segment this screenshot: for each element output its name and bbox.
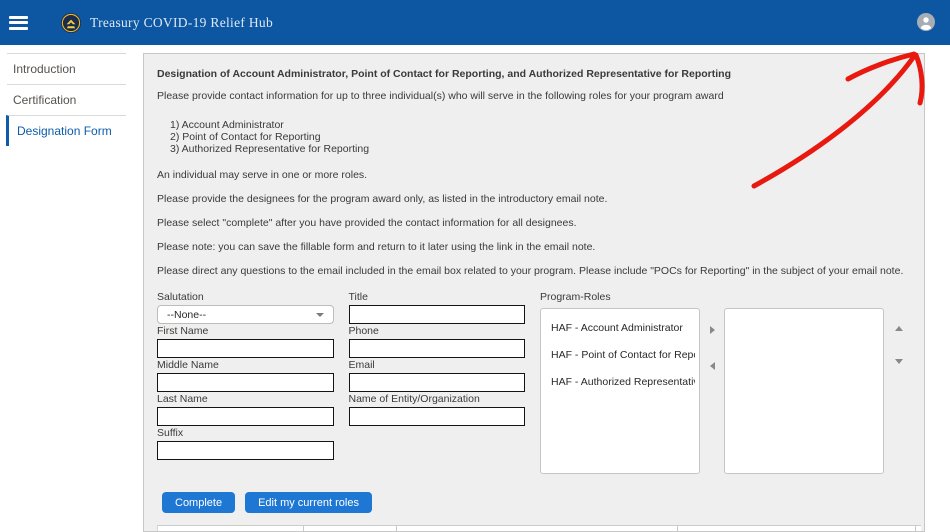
treasury-seal-icon — [61, 13, 81, 33]
note-paragraph: Please direct any questions to the email… — [157, 264, 910, 278]
title-label: Title — [349, 290, 526, 302]
sidebar-item-designation-form[interactable]: Designation Form — [6, 115, 126, 146]
move-up-icon[interactable] — [895, 326, 903, 331]
app-header: Treasury COVID-19 Relief Hub — [0, 0, 950, 45]
contact-fields-column: Title Phone Email Name of Entity/Organiz… — [349, 290, 526, 474]
note-paragraph: Please note: you can save the fillable f… — [157, 240, 910, 254]
role-option[interactable]: HAF - Point of Contact for Reporting — [551, 348, 695, 362]
note-paragraph: Please select "complete" after you have … — [157, 216, 910, 230]
sidebar-nav: Introduction Certification Designation F… — [0, 45, 128, 146]
suffix-input[interactable] — [157, 441, 334, 460]
move-down-icon[interactable] — [895, 359, 903, 364]
salutation-label: Salutation — [157, 290, 334, 302]
title-input[interactable] — [349, 305, 526, 324]
edit-current-roles-button[interactable]: Edit my current roles — [245, 492, 372, 513]
note-paragraph: An individual may serve in one or more r… — [157, 168, 910, 182]
salutation-select[interactable]: --None-- — [157, 305, 334, 324]
email-input[interactable] — [349, 373, 526, 392]
role-option[interactable]: HAF - Authorized Representative fo... — [551, 375, 695, 389]
first-name-label: First Name — [157, 324, 334, 336]
form-actions: Complete Edit my current roles — [162, 492, 910, 513]
sidebar-item-certification[interactable]: Certification — [7, 84, 126, 115]
designation-form-card: Designation of Account Administrator, Po… — [143, 53, 925, 532]
form-intro: Please provide contact information for u… — [157, 89, 910, 103]
form-title: Designation of Account Administrator, Po… — [157, 67, 910, 81]
last-name-input[interactable] — [157, 407, 334, 426]
complete-button[interactable]: Complete — [162, 492, 235, 513]
move-left-icon[interactable] — [710, 362, 715, 370]
entity-input[interactable] — [349, 407, 526, 426]
roles-list-item: 2) Point of Contact for Reporting — [170, 131, 910, 143]
middle-name-label: Middle Name — [157, 358, 334, 370]
last-name-label: Last Name — [157, 392, 334, 404]
reorder-arrows — [888, 308, 910, 474]
email-label: Email — [349, 358, 526, 370]
user-avatar-icon[interactable] — [917, 13, 935, 31]
first-name-input[interactable] — [157, 339, 334, 358]
chevron-down-icon — [316, 313, 324, 317]
suffix-label: Suffix — [157, 426, 334, 438]
hamburger-menu-icon[interactable] — [9, 16, 28, 30]
salutation-selected-value: --None-- — [167, 308, 206, 322]
move-right-icon[interactable] — [710, 326, 715, 334]
name-fields-column: Salutation --None-- First Name Middle Na… — [157, 290, 334, 474]
app-title: Treasury COVID-19 Relief Hub — [90, 15, 273, 31]
phone-input[interactable] — [349, 339, 526, 358]
chosen-roles-listbox[interactable] — [724, 308, 884, 474]
phone-label: Phone — [349, 324, 526, 336]
program-roles-label: Program-Roles — [540, 290, 910, 302]
move-arrows — [700, 308, 725, 474]
middle-name-input[interactable] — [157, 373, 334, 392]
roles-list: 1) Account Administrator 2) Point of Con… — [170, 119, 910, 155]
roles-list-item: 1) Account Administrator — [170, 119, 910, 131]
sidebar-item-introduction[interactable]: Introduction — [7, 53, 126, 84]
entity-label: Name of Entity/Organization — [349, 392, 526, 404]
note-paragraph: Please provide the designees for the pro… — [157, 192, 910, 206]
available-roles-listbox[interactable]: HAF - Account Administrator HAF - Point … — [540, 308, 700, 474]
roles-list-item: 3) Authorized Representative for Reporti… — [170, 143, 910, 155]
role-option[interactable]: HAF - Account Administrator — [551, 321, 695, 335]
contact-form: Salutation --None-- First Name Middle Na… — [157, 290, 910, 474]
program-roles-section: Program-Roles HAF - Account Administrato… — [540, 290, 910, 474]
table-top-edge — [157, 525, 921, 532]
